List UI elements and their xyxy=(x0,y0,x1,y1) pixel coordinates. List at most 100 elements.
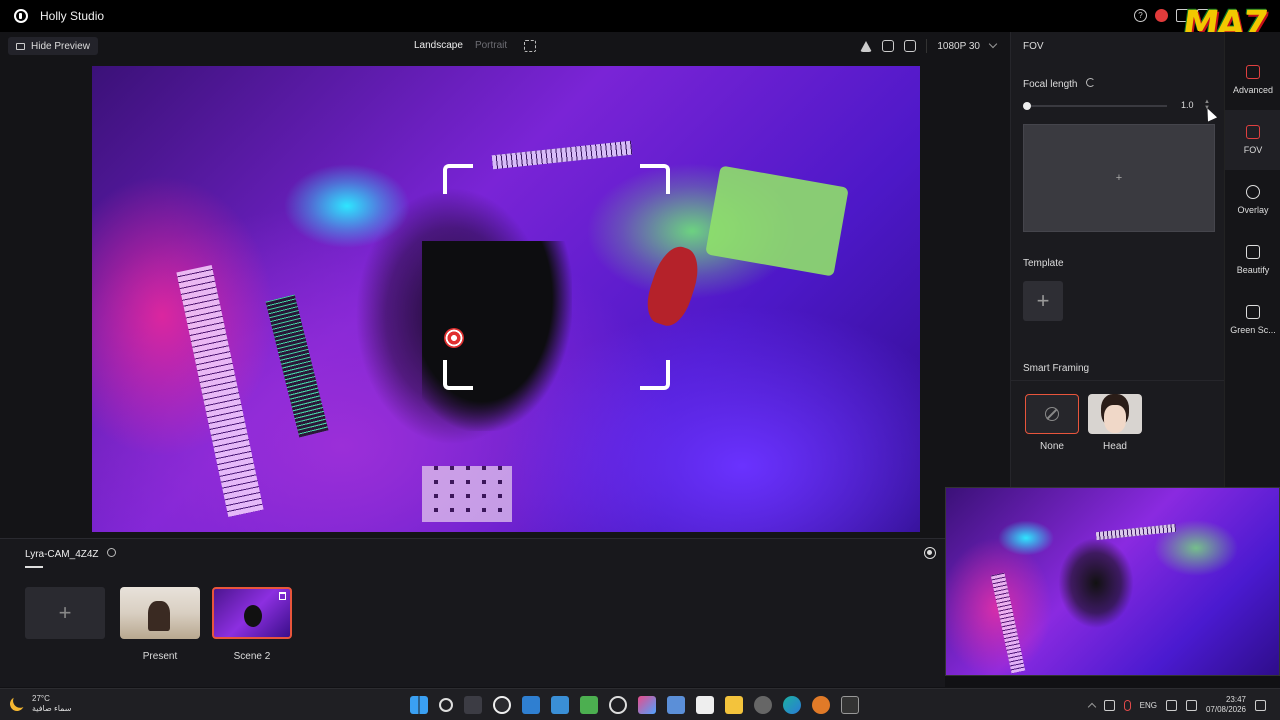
pip-piano-keys xyxy=(990,572,1026,674)
settings-app-icon[interactable] xyxy=(754,696,772,714)
weather-temp: 27°C xyxy=(32,694,50,703)
framing-bracket-top-left xyxy=(443,164,473,194)
resolution-select[interactable]: 1080P 30 xyxy=(937,41,980,52)
file-app-icon[interactable] xyxy=(522,696,540,714)
pip-synth-keys xyxy=(1095,523,1177,541)
add-scene-button[interactable]: + xyxy=(25,587,105,639)
rail-item-overlay[interactable]: Overlay xyxy=(1225,170,1280,230)
rail-item-advanced[interactable]: Advanced xyxy=(1225,50,1280,110)
reset-icon[interactable] xyxy=(1086,78,1095,87)
scene-keyboard xyxy=(265,294,329,438)
rail-item-fov[interactable]: FOV xyxy=(1225,110,1280,170)
panel-divider xyxy=(1011,380,1225,381)
smart-framing-none-label: None xyxy=(1040,441,1064,452)
portrait-option[interactable]: Portrait xyxy=(475,40,507,51)
hdr-icon[interactable] xyxy=(882,40,895,52)
weather-text: 27°C سماء صافية xyxy=(32,694,72,714)
task-view-icon[interactable] xyxy=(464,696,482,714)
fullscreen-icon[interactable] xyxy=(524,40,536,52)
orientation-toggle: Landscape Portrait xyxy=(414,40,507,51)
floating-camera-preview[interactable] xyxy=(945,487,1280,676)
android-app-icon[interactable] xyxy=(580,696,598,714)
preview-toolbar: Hide Preview Landscape Portrait 1080P 30 xyxy=(0,32,1010,60)
overlay-icon xyxy=(1246,185,1260,199)
obs-app-icon[interactable] xyxy=(609,696,627,714)
start-icon[interactable] xyxy=(410,696,428,714)
rail-label-overlay: Overlay xyxy=(1237,205,1269,215)
weather-desc: سماء صافية xyxy=(32,704,72,713)
panel-title: FOV xyxy=(1023,41,1044,52)
preview-stage xyxy=(0,60,1010,538)
warning-icon[interactable] xyxy=(860,40,873,52)
chevron-down-icon[interactable] xyxy=(988,39,998,49)
firefox-app-icon[interactable] xyxy=(812,696,830,714)
camera-icon xyxy=(16,42,25,50)
help-icon[interactable]: ? xyxy=(1134,9,1147,22)
add-template-button[interactable]: + xyxy=(1023,281,1063,321)
clock[interactable]: 23:47 07/08/2026 xyxy=(1206,695,1246,715)
scene-shirt-logo xyxy=(444,328,464,348)
system-tray: ENG 23:47 07/08/2026 xyxy=(1087,695,1266,715)
vscode-app-icon[interactable] xyxy=(667,696,685,714)
capcut-app-icon[interactable] xyxy=(696,696,714,714)
record-scene-icon[interactable] xyxy=(924,547,936,559)
fov-add-area[interactable]: + xyxy=(1023,124,1215,232)
volume-icon[interactable] xyxy=(1185,699,1197,711)
taskbar-apps xyxy=(410,696,859,714)
notifications-icon[interactable] xyxy=(1255,699,1266,711)
scene-guitar xyxy=(640,241,706,331)
clock-time: 23:47 xyxy=(1225,695,1246,704)
app-logo-icon xyxy=(14,9,28,23)
rail-label-green-screen: Green Sc... xyxy=(1230,325,1276,335)
windows-taskbar: 27°C سماء صافية ENG 23:47 07/08/2026 xyxy=(0,688,1280,720)
scene-piano-keys xyxy=(176,264,264,518)
onedrive-icon[interactable] xyxy=(1103,699,1115,711)
green-screen-icon xyxy=(1246,305,1260,319)
smart-framing-none[interactable] xyxy=(1025,394,1079,434)
record-icon[interactable] xyxy=(1155,9,1168,22)
snapshot-icon[interactable] xyxy=(904,40,917,52)
chevron-up-icon[interactable] xyxy=(1087,702,1096,712)
search-icon[interactable] xyxy=(439,698,453,712)
weather-widget[interactable]: 27°C سماء صافية xyxy=(10,694,72,714)
head-avatar xyxy=(1104,405,1126,433)
scene-thumbnail-present[interactable] xyxy=(120,587,200,639)
rail-label-advanced: Advanced xyxy=(1232,85,1274,95)
hide-preview-button[interactable]: Hide Preview xyxy=(8,37,98,55)
microphone-icon[interactable] xyxy=(1123,699,1131,711)
toolbar-divider xyxy=(926,39,928,53)
camera-tab[interactable]: Lyra-CAM_4Z4Z xyxy=(25,549,99,560)
rail-item-green-screen[interactable]: Green Sc... xyxy=(1225,290,1280,350)
focal-length-slider[interactable] xyxy=(1025,105,1167,107)
none-icon xyxy=(1045,407,1059,421)
language-indicator[interactable]: ENG xyxy=(1140,701,1157,710)
scene-thumbnail-scene-2[interactable] xyxy=(212,587,292,639)
file-explorer-icon[interactable] xyxy=(725,696,743,714)
terminal-app-icon[interactable] xyxy=(841,696,859,714)
copilot-app-icon[interactable] xyxy=(638,696,656,714)
hide-preview-label: Hide Preview xyxy=(31,40,90,52)
sliders-icon xyxy=(1246,65,1260,79)
framing-bracket-top-right xyxy=(640,164,670,194)
landscape-option[interactable]: Landscape xyxy=(414,40,463,51)
network-icon[interactable] xyxy=(1165,699,1177,711)
template-label: Template xyxy=(1023,258,1064,269)
rail-item-beautify[interactable]: Beautify xyxy=(1225,230,1280,290)
smart-framing-head[interactable] xyxy=(1088,394,1142,434)
framing-bracket-bottom-right xyxy=(640,360,670,390)
preview-toolbar-right: 1080P 30 xyxy=(860,39,998,53)
moon-icon xyxy=(8,695,26,713)
focal-length-slider-handle[interactable] xyxy=(1023,102,1031,110)
holly-studio-app-icon[interactable] xyxy=(493,696,511,714)
camera-settings-icon[interactable] xyxy=(107,548,116,557)
app-title: Holly Studio xyxy=(40,9,105,23)
camera-tab-underline xyxy=(25,566,43,568)
scene-shirt xyxy=(705,165,849,277)
settings-rail: Advanced FOV Overlay Beautify Green Sc..… xyxy=(1224,32,1280,487)
delete-scene-icon[interactable] xyxy=(279,592,286,600)
edge-app-icon[interactable] xyxy=(783,696,801,714)
framing-bracket-bottom-left xyxy=(443,360,473,390)
smart-framing-head-label: Head xyxy=(1103,441,1127,452)
camera-preview[interactable] xyxy=(92,66,920,532)
remote-app-icon[interactable] xyxy=(551,696,569,714)
